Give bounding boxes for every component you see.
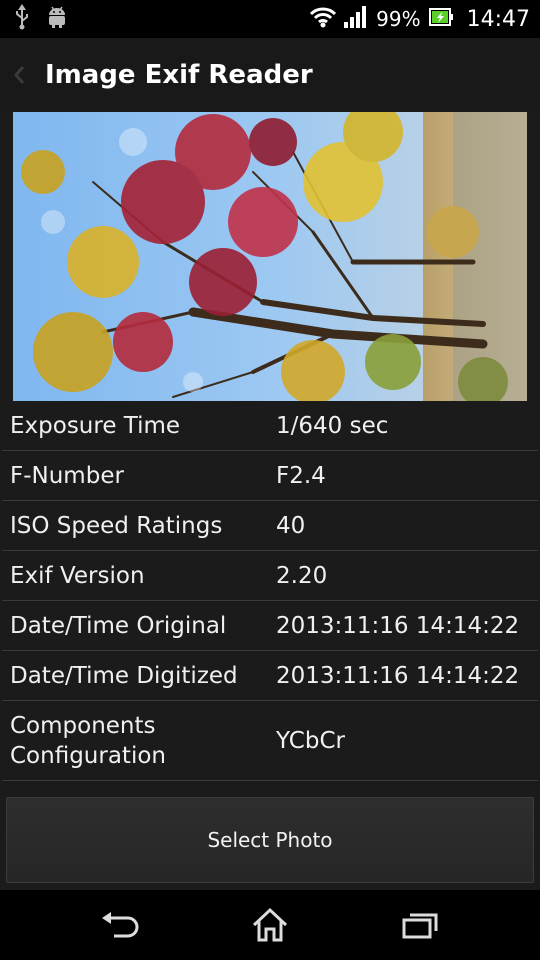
exif-value: 40 (276, 512, 306, 539)
exif-label: Date/Time Original (10, 612, 227, 639)
exif-label: F-Number (10, 462, 124, 489)
navigation-bar (0, 890, 540, 960)
exif-row: Date/Time Original 2013:11:16 14:14:22 (2, 601, 538, 651)
battery-percent: 99% (376, 7, 421, 31)
exif-value: 2013:11:16 14:14:22 (276, 612, 520, 639)
chevron-left-icon[interactable] (4, 38, 34, 112)
back-icon[interactable] (90, 902, 150, 948)
exif-value: F2.4 (276, 462, 326, 489)
signal-icon (344, 6, 368, 32)
screen: 99% 14:47 Image Exif Reader Exposure Tim… (0, 0, 540, 960)
exif-label: Date/Time Digitized (10, 662, 238, 689)
exif-row: Exposure Time 1/640 sec (2, 401, 538, 451)
exif-value: YCbCr (276, 727, 345, 754)
exif-value: 2.20 (276, 562, 328, 589)
exif-label: ISO Speed Ratings (10, 512, 223, 539)
exif-table: Exposure Time 1/640 sec F-Number F2.4 IS… (0, 401, 540, 781)
exif-row: Exif Version 2.20 (2, 551, 538, 601)
status-bar: 99% 14:47 (0, 0, 540, 38)
app-title: Image Exif Reader (45, 60, 313, 90)
exif-label: Components Configuration (2, 711, 276, 771)
wifi-icon (310, 6, 337, 32)
exif-photo (13, 112, 527, 401)
exif-row: Components Configuration YCbCr (2, 701, 538, 781)
action-bar: Image Exif Reader (0, 38, 540, 112)
exif-row: F-Number F2.4 (2, 451, 538, 501)
exif-label: Exposure Time (10, 412, 181, 439)
exif-row: Date/Time Digitized 2013:11:16 14:14:22 (2, 651, 538, 701)
exif-label-line: Configuration (10, 742, 166, 769)
exif-value: 1/640 sec (276, 412, 389, 439)
exif-label-line: Components (10, 712, 156, 739)
recent-apps-icon[interactable] (390, 902, 450, 948)
select-photo-button[interactable]: Select Photo (6, 797, 534, 883)
exif-row: ISO Speed Ratings 40 (2, 501, 538, 551)
usb-icon (14, 4, 30, 34)
exif-label: Exif Version (10, 562, 145, 589)
battery-icon (428, 8, 453, 30)
clock: 14:47 (466, 6, 530, 32)
exif-value: 2013:11:16 14:14:22 (276, 662, 520, 689)
home-icon[interactable] (240, 902, 300, 948)
android-debug-icon (46, 5, 68, 33)
